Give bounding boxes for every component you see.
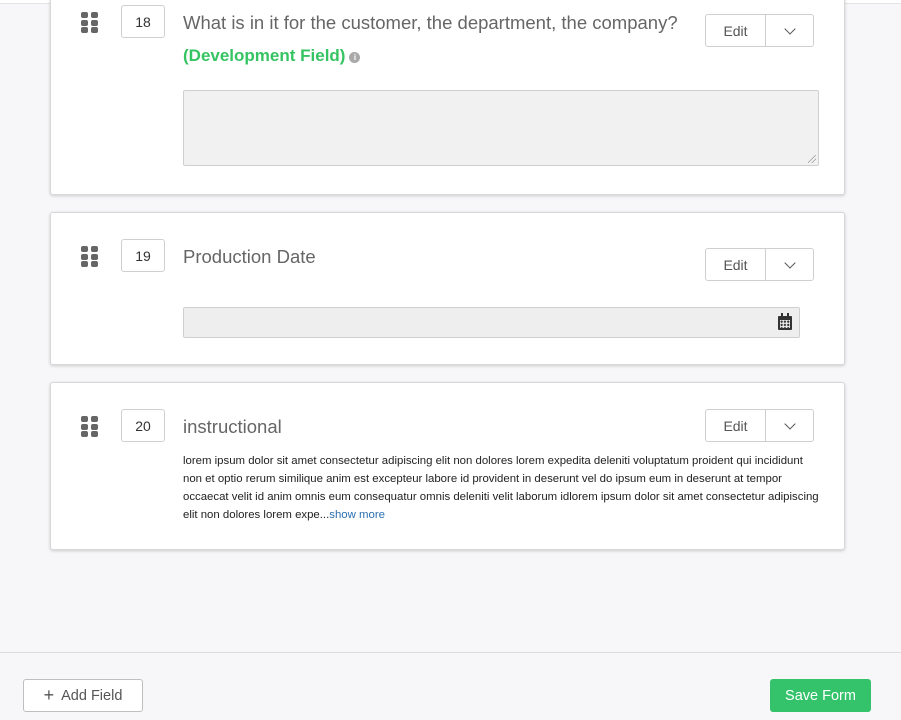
field-title: instructional: [183, 416, 282, 437]
form-field-card-20: 20 instructional Edit lorem ipsum dolor …: [50, 382, 845, 550]
resize-handle-icon[interactable]: [808, 155, 816, 163]
show-more-link[interactable]: show more: [329, 509, 385, 521]
field-actions: Edit: [705, 14, 814, 47]
info-icon[interactable]: i: [349, 52, 361, 63]
add-field-label: Add Field: [61, 687, 123, 704]
field-menu-dropdown[interactable]: [766, 249, 813, 280]
field-title: Production Date: [183, 246, 316, 267]
edit-button[interactable]: Edit: [706, 249, 766, 280]
instructional-text: lorem ipsum dolor sit amet consectetur a…: [183, 452, 823, 524]
chevron-down-icon: [783, 417, 796, 430]
chevron-down-icon: [783, 22, 796, 35]
form-field-card-19: 19 Production Date Edit: [50, 212, 845, 365]
field-number[interactable]: 18: [121, 5, 165, 38]
add-field-button[interactable]: + Add Field: [23, 679, 143, 712]
field-number[interactable]: 20: [121, 409, 165, 442]
form-footer: + Add Field Save Form: [0, 652, 901, 720]
date-input[interactable]: [183, 307, 800, 338]
development-field-tag: (Development Field) i: [183, 46, 361, 66]
save-form-button[interactable]: Save Form: [770, 679, 871, 712]
plus-icon: +: [43, 684, 55, 705]
edit-button[interactable]: Edit: [706, 15, 766, 46]
instructional-body: lorem ipsum dolor sit amet consectetur a…: [183, 455, 819, 521]
drag-handle-icon[interactable]: [81, 416, 99, 438]
textarea-input[interactable]: [183, 90, 819, 166]
development-field-label: (Development Field): [183, 46, 346, 65]
field-title: What is in it for the customer, the depa…: [183, 12, 678, 33]
field-actions: Edit: [705, 409, 814, 442]
field-menu-dropdown[interactable]: [766, 410, 813, 441]
edit-button[interactable]: Edit: [706, 410, 766, 441]
field-actions: Edit: [705, 248, 814, 281]
calendar-icon[interactable]: [778, 313, 792, 330]
drag-handle-icon[interactable]: [81, 246, 99, 268]
form-field-card-18: 18 What is in it for the customer, the d…: [50, 0, 845, 195]
chevron-down-icon: [783, 256, 796, 269]
field-menu-dropdown[interactable]: [766, 15, 813, 46]
field-number[interactable]: 19: [121, 239, 165, 272]
drag-handle-icon[interactable]: [81, 12, 99, 34]
